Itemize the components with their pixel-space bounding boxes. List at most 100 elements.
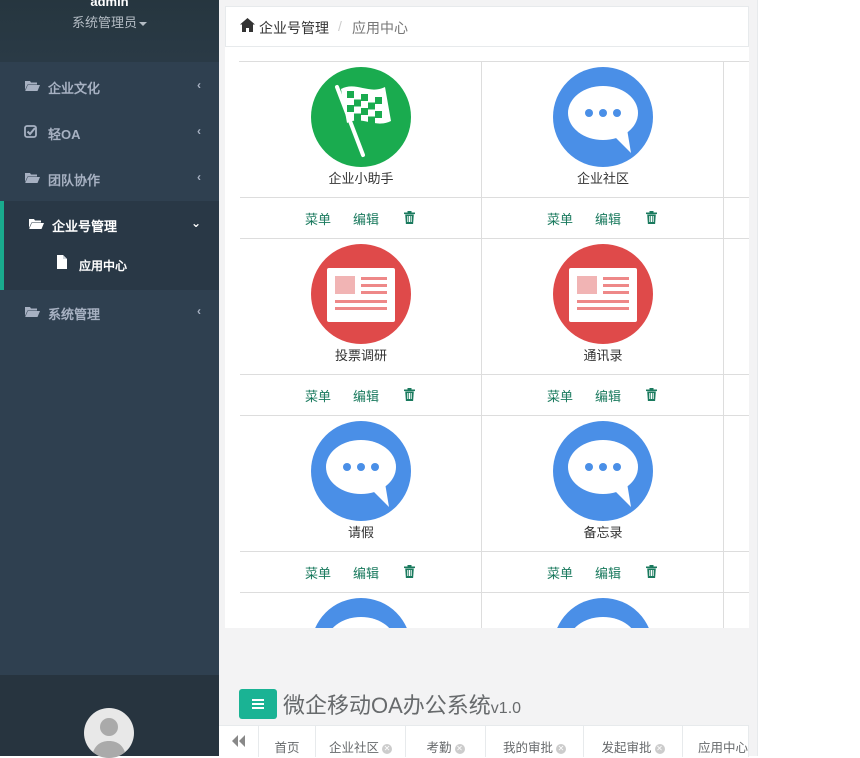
tab-community[interactable]: 企业社区 ✕ [316,726,406,757]
app-label: 通讯录 [583,348,623,363]
breadcrumb-home-link[interactable]: 企业号管理 [259,18,329,38]
menu-link[interactable]: 菜单 [547,209,573,228]
user-role-label: 系统管理员 [71,15,137,30]
app-actions [724,375,749,416]
hamburger-line [252,707,264,709]
sidebar-item-lite-oa[interactable]: 轻OA ‹ [0,109,219,155]
tab-attendance[interactable]: 考勤 ✕ [406,726,486,757]
app-actions: 菜单 编辑 [240,552,482,593]
edit-link[interactable]: 编辑 [595,386,621,405]
page-tabs: 首页 企业社区 ✕ 考勤 ✕ 我的审批 ✕ 发起审批 ✕ 应用中心 [219,725,749,757]
chevron-left-icon: ‹ [197,78,201,92]
folder-open-icon [25,307,40,317]
folder-open-icon [25,81,40,91]
tab-my-approval[interactable]: 我的审批 ✕ [486,726,584,757]
app-card[interactable] [240,593,482,628]
chevron-left-icon: ‹ [197,124,201,138]
tabs-scroll-left-button[interactable] [219,726,259,757]
hamburger-line [252,703,264,705]
close-icon[interactable]: ✕ [382,743,392,754]
app-card[interactable]: 备忘录 [482,416,724,552]
sidebar-item-team[interactable]: 团队协作 ‹ [0,155,219,201]
chat-bubble-icon[interactable] [311,421,411,521]
tab-home[interactable]: 首页 [259,726,316,757]
tab-label: 我的审批 [502,741,553,755]
news-card-icon[interactable] [553,244,653,344]
tab-app-center[interactable]: 应用中心 [683,726,749,757]
app-card[interactable] [724,62,749,198]
chat-bubble-icon[interactable] [553,421,653,521]
profile-header: admin 系统管理员 [0,0,219,62]
tab-label: 发起审批 [601,741,652,755]
tab-start-approval[interactable]: 发起审批 ✕ [584,726,683,757]
app-card[interactable]: 通讯录 [482,239,724,375]
brand-version: v1.0 [490,700,522,717]
user-role-dropdown[interactable]: 系统管理员 [0,12,219,31]
menu-link[interactable]: 菜单 [305,209,331,228]
brand-title: 微企移动OA办公系统v1.0 [283,688,521,720]
chat-bubble-icon[interactable] [553,67,653,167]
chat-bubble-icon[interactable] [311,598,411,628]
chat-bubble-icon[interactable] [553,598,653,628]
sidebar-item-enterprise[interactable]: 企业号管理 ⌄ [0,201,219,247]
user-silhouette-icon [92,718,126,758]
trash-icon[interactable] [404,211,415,224]
home-icon[interactable] [240,18,255,32]
close-icon[interactable]: ✕ [654,743,665,754]
edit-link[interactable]: 编辑 [353,563,379,582]
checkered-flag-icon[interactable] [311,67,411,167]
chevron-left-icon: ‹ [197,170,201,184]
app-card[interactable]: 请假 [240,416,482,552]
edit-link[interactable]: 编辑 [595,209,621,228]
scroll-gutter [749,0,757,756]
app-card[interactable]: 投票调研 [240,239,482,375]
menu-link[interactable]: 菜单 [547,563,573,582]
edit-link[interactable]: 编辑 [353,209,379,228]
menu-link[interactable]: 菜单 [305,563,331,582]
chevron-down-icon: ⌄ [190,216,201,230]
double-chevron-left-icon [231,735,245,747]
sidebar-item-culture[interactable]: 企业文化 ‹ [0,63,219,109]
app-card[interactable] [724,593,749,628]
app-label: 请假 [347,525,374,540]
file-icon [57,255,67,269]
sidebar-item-label: 轻OA [48,127,81,142]
app-card[interactable] [482,593,724,628]
app-card[interactable]: 企业小助手 [240,62,482,198]
app-card[interactable] [724,416,749,552]
app-label: 企业小助手 [328,171,394,186]
app-actions: 菜单 编辑 [240,198,482,239]
trash-icon[interactable] [646,565,657,578]
tab-label: 应用中心 [698,741,749,755]
menu-link[interactable]: 菜单 [547,386,573,405]
menu-toggle-button[interactable] [239,689,277,719]
trash-icon[interactable] [404,565,415,578]
tab-label: 首页 [274,741,300,755]
app-label: 企业社区 [576,171,629,186]
trash-icon[interactable] [646,211,657,224]
trash-icon[interactable] [404,388,415,401]
trash-icon[interactable] [646,388,657,401]
news-card-icon[interactable] [311,244,411,344]
app-actions [724,198,749,239]
sidebar-subitem-app-center[interactable]: 应用中心 [0,246,219,290]
close-icon[interactable]: ✕ [556,743,566,754]
sidebar: admin 系统管理员 企业文化 ‹ 轻OA ‹ 团队协作 ‹ 企业号管理 ⌄ … [0,0,219,756]
hamburger-line [252,699,264,701]
check-square-icon [24,125,37,138]
app-actions: 菜单 编辑 [482,375,724,416]
brand-name: 微企移动OA办公系统 [283,693,491,718]
app-card[interactable]: 企业社区 [482,62,724,198]
folder-open-icon [25,173,40,183]
menu-link[interactable]: 菜单 [305,386,331,405]
edit-link[interactable]: 编辑 [595,563,621,582]
breadcrumb-current: 应用中心 [352,20,408,36]
app-actions: 菜单 编辑 [482,552,724,593]
edit-link[interactable]: 编辑 [353,386,379,405]
close-icon[interactable]: ✕ [454,743,465,754]
sidebar-item-system[interactable]: 系统管理 ‹ [0,289,219,335]
app-card[interactable] [724,239,749,375]
breadcrumb-separator: / [338,18,342,34]
avatar[interactable] [84,708,134,758]
app-grid: 企业小助手 菜单 编辑 企业社区 菜单 编辑 投票调研 菜单 编辑 通讯录 菜单 编辑 [239,61,749,628]
